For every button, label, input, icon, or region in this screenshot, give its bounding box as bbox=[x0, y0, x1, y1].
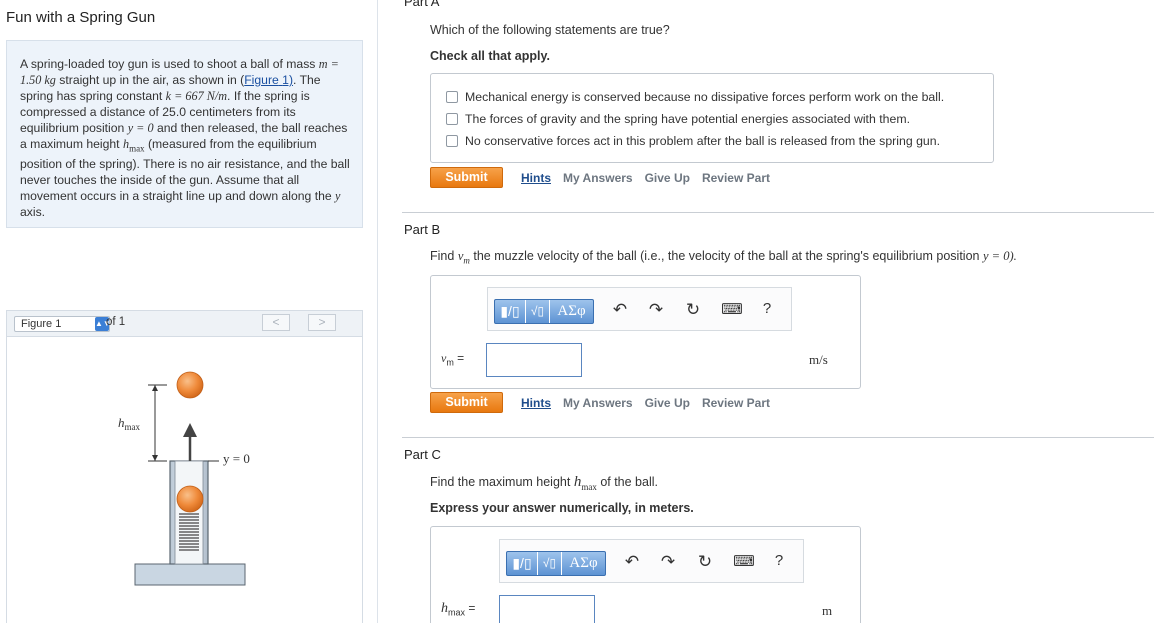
vm-answer-input[interactable] bbox=[486, 343, 582, 377]
spring-constant-value: k = 667 N/m bbox=[165, 89, 228, 103]
part-c-answer-box: ▮/▯ √▯ ΑΣφ ↶ ↷ ↻ ⌨ ? hmax = m bbox=[430, 526, 861, 623]
template-button[interactable]: ▮/▯ √▯ ΑΣφ bbox=[506, 551, 606, 576]
my-answers-link[interactable]: My Answers bbox=[563, 396, 633, 410]
ball-at-max bbox=[176, 371, 204, 399]
keyboard-icon[interactable]: ⌨ bbox=[721, 300, 743, 318]
part-b-submit-button[interactable]: Submit bbox=[430, 392, 503, 413]
review-part-link[interactable]: Review Part bbox=[702, 171, 770, 185]
part-c-math-toolbar: ▮/▯ √▯ ΑΣφ ↶ ↷ ↻ ⌨ ? bbox=[499, 539, 804, 583]
redo-icon[interactable]: ↷ bbox=[645, 300, 667, 320]
template-button[interactable]: ▮/▯ √▯ ΑΣφ bbox=[494, 299, 594, 324]
part-b-question: Find vm the muzzle velocity of the ball … bbox=[430, 249, 1017, 266]
divider bbox=[402, 437, 1154, 438]
ball-in-gun bbox=[176, 485, 204, 513]
part-b-answer-box: ▮/▯ √▯ ΑΣφ ↶ ↷ ↻ ⌨ ? vm = m/s bbox=[430, 275, 861, 389]
help-button[interactable]: ? bbox=[768, 552, 790, 569]
part-a-links: Hints My Answers Give Up Review Part bbox=[521, 171, 770, 185]
divider bbox=[402, 212, 1154, 213]
next-figure-button[interactable]: > bbox=[308, 314, 336, 331]
figure-select[interactable]: Figure 1 ▲▼ bbox=[14, 316, 111, 332]
gun-base bbox=[134, 563, 246, 586]
part-c-question: Find the maximum height hmax of the ball… bbox=[430, 474, 658, 492]
reset-icon[interactable]: ↻ bbox=[694, 552, 716, 572]
question-panel: Part A Which of the following statements… bbox=[379, 0, 1154, 623]
undo-icon[interactable]: ↶ bbox=[621, 552, 643, 572]
fraction-template-icon: ▮/▯ bbox=[512, 555, 532, 571]
hmax-answer-input[interactable] bbox=[499, 595, 595, 623]
checkbox[interactable] bbox=[446, 91, 458, 103]
problem-text-part: axis. bbox=[20, 205, 46, 220]
part-a-question: Which of the following statements are tr… bbox=[430, 23, 670, 37]
hmax-label: hmax bbox=[118, 415, 140, 432]
part-b-label: Part B bbox=[404, 222, 441, 237]
sqrt-template-icon: √▯ bbox=[537, 552, 561, 575]
part-b-math-toolbar: ▮/▯ √▯ ΑΣφ ↶ ↷ ↻ ⌨ ? bbox=[487, 287, 792, 331]
problem-text-part: straight up in the air, as shown in ( bbox=[59, 73, 245, 87]
part-a-instruction: Check all that apply. bbox=[430, 49, 550, 63]
reset-icon[interactable]: ↻ bbox=[682, 300, 704, 320]
equilibrium-position: y = 0 bbox=[127, 121, 154, 135]
part-c-instruction: Express your answer numerically, in mete… bbox=[430, 501, 694, 515]
choice-item[interactable]: The forces of gravity and the spring hav… bbox=[446, 112, 910, 126]
part-a-submit-button[interactable]: Submit bbox=[430, 167, 503, 188]
spring bbox=[179, 513, 199, 551]
undo-icon[interactable]: ↶ bbox=[609, 300, 631, 320]
my-answers-link[interactable]: My Answers bbox=[563, 171, 633, 185]
keyboard-icon[interactable]: ⌨ bbox=[733, 552, 755, 570]
figure-link[interactable]: Figure 1) bbox=[244, 73, 293, 87]
problem-text-part: A spring-loaded toy gun is used to shoot… bbox=[20, 57, 316, 71]
problem-title: Fun with a Spring Gun bbox=[6, 9, 156, 26]
choice-item[interactable]: No conservative forces act in this probl… bbox=[446, 134, 940, 148]
review-part-link[interactable]: Review Part bbox=[702, 396, 770, 410]
redo-icon[interactable]: ↷ bbox=[657, 552, 679, 572]
problem-panel: Fun with a Spring Gun A spring-loaded to… bbox=[0, 0, 378, 623]
hmax-symbol: hmax bbox=[122, 137, 145, 154]
hints-link[interactable]: Hints bbox=[521, 171, 551, 185]
vm-input-label: vm = bbox=[441, 351, 465, 368]
greek-letters-button: ΑΣφ bbox=[561, 552, 605, 575]
fraction-template-icon: ▮/▯ bbox=[500, 303, 520, 319]
problem-statement: A spring-loaded toy gun is used to shoot… bbox=[20, 56, 356, 220]
give-up-link[interactable]: Give Up bbox=[645, 171, 690, 185]
part-c-label: Part C bbox=[404, 447, 441, 462]
y0-label: y = 0 bbox=[223, 451, 250, 466]
prev-figure-button[interactable]: < bbox=[262, 314, 290, 331]
hmax-input-label: hmax = bbox=[441, 601, 476, 618]
checkbox[interactable] bbox=[446, 113, 458, 125]
y-axis-symbol: y bbox=[335, 189, 341, 204]
figure-toolbar: Figure 1 ▲▼ of 1 < > bbox=[6, 310, 363, 337]
part-a-choices: Mechanical energy is conserved because n… bbox=[430, 73, 994, 163]
sqrt-template-icon: √▯ bbox=[525, 300, 549, 323]
problem-statement-box: A spring-loaded toy gun is used to shoot… bbox=[6, 40, 363, 228]
figure-area: y = 0 hmax bbox=[6, 337, 363, 623]
give-up-link[interactable]: Give Up bbox=[645, 396, 690, 410]
figure-count: of 1 bbox=[106, 316, 126, 328]
hints-link[interactable]: Hints bbox=[521, 396, 551, 410]
help-button[interactable]: ? bbox=[756, 300, 778, 317]
vm-unit: m/s bbox=[809, 352, 828, 367]
part-b-links: Hints My Answers Give Up Review Part bbox=[521, 396, 770, 410]
checkbox[interactable] bbox=[446, 135, 458, 147]
hmax-unit: m bbox=[822, 603, 833, 618]
greek-letters-button: ΑΣφ bbox=[549, 300, 593, 323]
part-a-label: Part A bbox=[404, 0, 440, 9]
choice-item[interactable]: Mechanical energy is conserved because n… bbox=[446, 90, 944, 104]
spring-gun-diagram: y = 0 hmax bbox=[118, 371, 250, 586]
